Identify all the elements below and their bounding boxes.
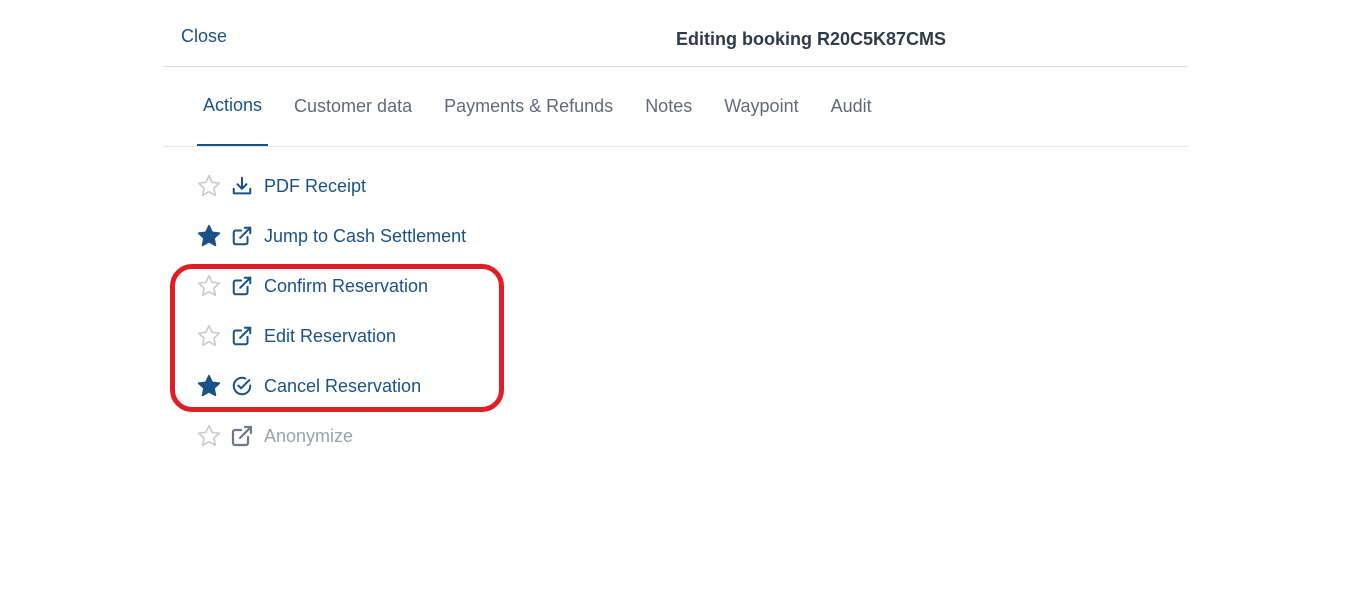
tab-waypoint[interactable]: Waypoint <box>718 66 804 146</box>
star-outline-icon[interactable] <box>196 173 222 199</box>
page-title: Editing booking R20C5K87CMS <box>676 29 947 49</box>
anonymize-link: Anonymize <box>264 425 354 446</box>
action-row-pdf-receipt: PDF Receipt <box>196 161 596 211</box>
tab-audit[interactable]: Audit <box>825 66 878 146</box>
star-filled-icon[interactable] <box>196 223 222 249</box>
booking-editor-page: Close Editing booking R20C5K87CMS Action… <box>0 0 1350 614</box>
jump-to-cash-settlement-link[interactable]: Jump to Cash Settlement <box>264 226 466 247</box>
external-link-icon <box>230 424 254 448</box>
external-link-icon <box>230 324 254 348</box>
tab-customer-data[interactable]: Customer data <box>288 66 418 146</box>
cancel-reservation-link[interactable]: Cancel Reservation <box>264 376 421 397</box>
pdf-receipt-link[interactable]: PDF Receipt <box>264 176 366 197</box>
check-circle-icon <box>230 374 254 398</box>
header: Close Editing booking R20C5K87CMS <box>163 0 1187 67</box>
tab-actions[interactable]: Actions <box>197 66 269 146</box>
external-link-icon <box>230 274 254 298</box>
star-outline-icon[interactable] <box>196 323 222 349</box>
action-row-anonymize: Anonymize <box>196 411 596 461</box>
tab-notes[interactable]: Notes <box>639 66 698 146</box>
action-row-confirm-reservation: Confirm Reservation <box>196 261 596 311</box>
action-row-edit-reservation: Edit Reservation <box>196 311 596 361</box>
tab-bar: Actions Customer data Payments & Refunds… <box>163 66 1187 147</box>
actions-list: PDF Receipt Jump to Cash Settlement Conf… <box>196 161 596 461</box>
action-row-cancel-reservation: Cancel Reservation <box>196 361 596 411</box>
edit-reservation-link[interactable]: Edit Reservation <box>264 326 396 347</box>
close-button[interactable]: Close <box>181 26 227 47</box>
star-outline-icon[interactable] <box>196 423 222 449</box>
confirm-reservation-link[interactable]: Confirm Reservation <box>264 276 428 297</box>
action-row-cash-settlement: Jump to Cash Settlement <box>196 211 596 261</box>
star-outline-icon[interactable] <box>196 273 222 299</box>
download-icon <box>230 174 254 198</box>
star-filled-icon[interactable] <box>196 373 222 399</box>
external-link-icon <box>230 224 254 248</box>
tab-payments-refunds[interactable]: Payments & Refunds <box>438 66 619 146</box>
